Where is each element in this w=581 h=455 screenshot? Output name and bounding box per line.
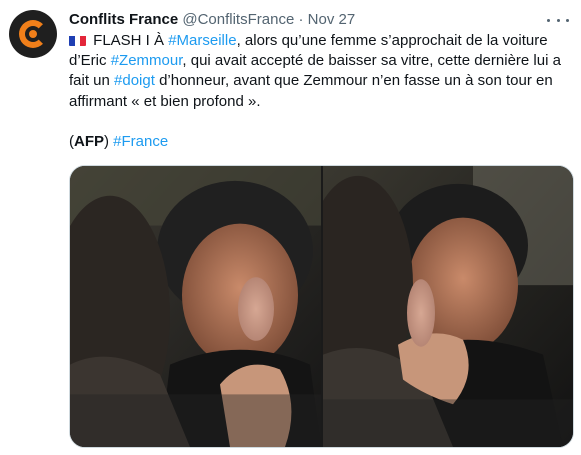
author-name[interactable]: Conflits France — [69, 11, 178, 28]
photo-1[interactable] — [70, 166, 321, 447]
tweet-paragraph-1: FLASH I À #Marseille, alors qu’une femme… — [69, 31, 571, 112]
text-segment: ) — [104, 132, 114, 150]
hashtag-doigt[interactable]: #doigt — [114, 72, 155, 89]
more-options-button[interactable] — [547, 12, 569, 28]
tweet-paragraph-2: (AFP) #France — [69, 132, 571, 152]
author-handle[interactable]: @ConflitsFrance — [182, 11, 294, 28]
text-segment: FLASH I À — [89, 32, 169, 49]
more-horizontal-icon — [547, 18, 550, 22]
hashtag-zemmour[interactable]: #Zemmour — [111, 52, 183, 69]
photo-2[interactable] — [323, 166, 573, 447]
france-flag-icon — [69, 34, 86, 46]
header-separator: · — [298, 11, 304, 28]
tweet-header: Conflits France @ConflitsFrance · Nov 27 — [69, 10, 569, 30]
hashtag-france[interactable]: #France — [113, 133, 168, 150]
logo-dot — [29, 30, 37, 38]
tweet[interactable]: Conflits France @ConflitsFrance · Nov 27… — [0, 0, 581, 455]
media-grid — [69, 165, 574, 448]
afp-credit: AFP — [74, 132, 104, 150]
tweet-text: FLASH I À #Marseille, alors qu’une femme… — [69, 31, 571, 152]
hashtag-marseille[interactable]: #Marseille — [168, 32, 236, 49]
avatar[interactable] — [9, 10, 57, 58]
tweet-timestamp[interactable]: Nov 27 — [308, 11, 356, 28]
